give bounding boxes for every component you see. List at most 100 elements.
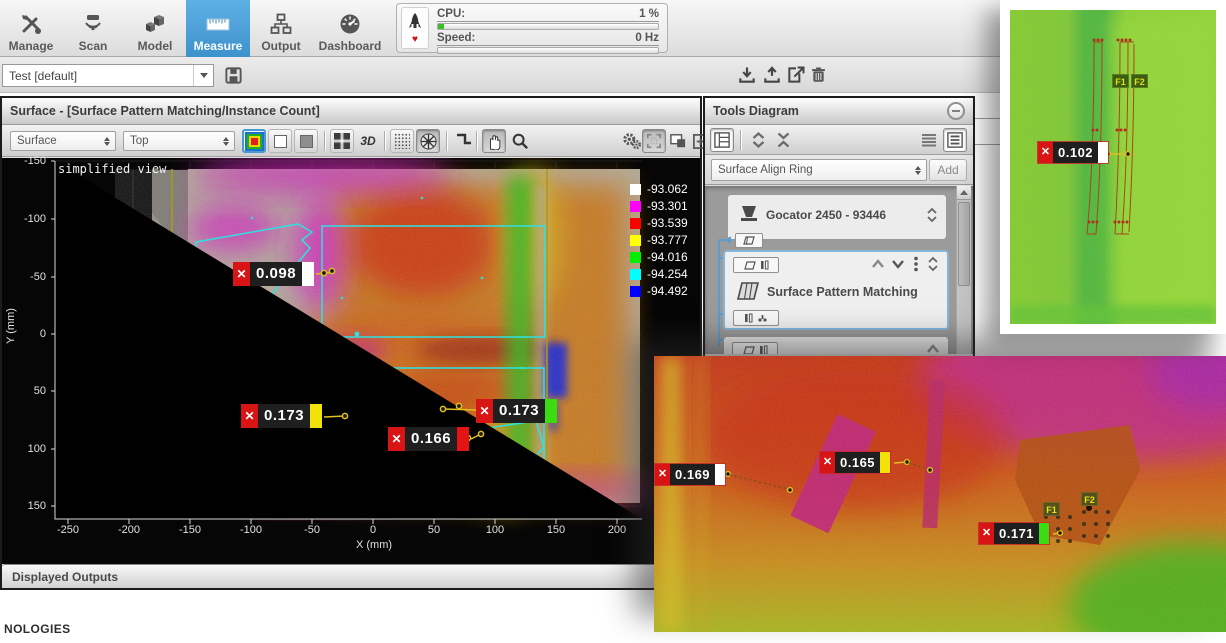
nav-item-measure[interactable]: Measure <box>186 0 250 57</box>
measurement-label[interactable]: ✕ 0.165 <box>820 452 890 473</box>
intensity-view-button[interactable] <box>268 129 292 153</box>
shading-button[interactable] <box>330 129 354 153</box>
nav-item-manage[interactable]: Manage <box>0 0 62 57</box>
nav-item-dashboard[interactable]: Dashboard <box>312 0 388 57</box>
move-down-icon[interactable] <box>891 258 905 270</box>
focus-corners-icon <box>646 133 662 149</box>
delete-measurement-button[interactable]: ✕ <box>233 262 250 286</box>
measurement-label[interactable]: ✕ 0.098 <box>233 262 314 286</box>
delete-measurement-button[interactable]: ✕ <box>979 523 994 544</box>
move-up-icon[interactable] <box>926 343 940 354</box>
measurement-label[interactable]: ✕ 0.166 <box>388 427 469 451</box>
expand-chevrons-icon <box>751 132 766 148</box>
output-ports[interactable] <box>733 310 779 326</box>
measure-port-icon <box>759 345 768 354</box>
diagram-view-button[interactable] <box>710 128 734 152</box>
upload-job-button[interactable] <box>760 63 784 87</box>
tool-card-partial[interactable] <box>723 336 949 354</box>
expand-all-button[interactable] <box>746 128 770 152</box>
x-axis-label: X (mm) <box>332 539 416 551</box>
source-select[interactable]: Surface <box>10 131 116 151</box>
cpu-progress-bar <box>437 23 659 30</box>
measurement-label[interactable]: ✕ 0.173 <box>241 404 322 428</box>
input-ports[interactable] <box>732 342 778 354</box>
x-tick: 0 <box>351 524 395 536</box>
tool-type-select[interactable]: Surface Align Ring <box>711 159 927 181</box>
speed-progress-bar <box>437 47 659 54</box>
delete-measurement-button[interactable]: ✕ <box>1038 142 1053 163</box>
tool-card-surface-pattern-matching[interactable]: Surface Pattern Matching <box>723 250 949 330</box>
legend-row: -93.539 <box>630 216 688 230</box>
pattern-teach-inset: ✕ 0.102 F1 F2 <box>1000 0 1226 334</box>
surface-panel-title: Surface - [Surface Pattern Matching/Inst… <box>10 104 320 118</box>
point-cloud-button[interactable] <box>390 129 414 153</box>
sensor-icon <box>80 12 106 36</box>
nav-item-scan[interactable]: Scan <box>62 0 124 57</box>
pan-tool-button[interactable] <box>482 129 506 153</box>
collapse-all-button[interactable] <box>771 128 795 152</box>
zoom-tool-button[interactable] <box>508 129 532 153</box>
measurement-label[interactable]: ✕ 0.173 <box>476 399 557 423</box>
delete-measurement-button[interactable]: ✕ <box>655 464 670 485</box>
scroll-up-button[interactable] <box>957 186 971 200</box>
tools-panel-title: Tools Diagram <box>713 104 799 118</box>
delete-measurement-button[interactable]: ✕ <box>820 452 835 473</box>
uniform-view-button[interactable] <box>294 129 318 153</box>
rocket-icon[interactable]: ♥ <box>401 7 429 49</box>
fit-view-button[interactable] <box>642 129 666 153</box>
legend-row: -93.062 <box>630 182 688 196</box>
delete-measurement-button[interactable]: ✕ <box>241 404 258 428</box>
input-ports[interactable] <box>733 257 779 273</box>
measurement-swatch <box>715 464 725 485</box>
displayed-outputs-bar[interactable]: Displayed Outputs <box>2 564 700 588</box>
nav-item-output[interactable]: Output <box>250 0 312 57</box>
tools-panel-title-bar: Tools Diagram <box>705 98 973 125</box>
measurement-label[interactable]: ✕ 0.171 <box>979 523 1049 544</box>
move-up-icon[interactable] <box>871 258 885 270</box>
card-expander-icon[interactable] <box>926 207 938 223</box>
measurement-label[interactable]: ✕ 0.169 <box>655 464 725 485</box>
surface-heatmap-view[interactable]: simplified view -150 -100 -50 0 50 100 1… <box>2 158 700 564</box>
nav-item-model[interactable]: Model <box>124 0 186 57</box>
tools-toolbar <box>705 125 973 155</box>
profile-path-button[interactable] <box>452 129 476 153</box>
collapse-panel-button[interactable] <box>947 102 965 120</box>
card-expander-icon[interactable] <box>927 256 939 272</box>
palette-wheel-button[interactable] <box>416 129 440 153</box>
heatmap-view-button[interactable] <box>242 129 266 153</box>
surface-port-icon <box>743 346 755 355</box>
delete-measurement-button[interactable]: ✕ <box>388 427 405 451</box>
speed-value: 0 Hz <box>635 32 659 44</box>
delete-job-button[interactable] <box>806 63 830 87</box>
legend-row: -93.777 <box>630 233 688 247</box>
snapshot-button[interactable] <box>666 129 690 153</box>
cubes-icon <box>142 12 168 36</box>
surface-port-icon <box>743 236 755 245</box>
tool-list-scrollbar[interactable] <box>956 186 971 354</box>
y-tick: -50 <box>12 271 46 283</box>
card-layout-button[interactable] <box>943 128 967 152</box>
legend-swatch <box>630 184 641 195</box>
ruler-icon <box>204 12 232 36</box>
3d-view-button[interactable]: 3D <box>356 129 380 153</box>
list-layout-button[interactable] <box>917 128 941 152</box>
white-square-icon <box>274 135 287 148</box>
orientation-select[interactable]: Top <box>123 131 235 151</box>
scrollbar-thumb[interactable] <box>958 202 970 286</box>
surface-port-icon <box>744 261 756 270</box>
add-tool-button[interactable]: Add <box>929 159 967 181</box>
output-port-surface[interactable] <box>735 233 763 248</box>
heatmap-canvas <box>2 158 700 564</box>
watermark-text: NOLOGIES <box>4 622 71 636</box>
job-select[interactable]: Test [default] <box>2 64 214 87</box>
save-job-button[interactable] <box>221 63 245 87</box>
org-chart-icon <box>268 12 294 36</box>
view-settings-button[interactable] <box>620 129 644 153</box>
orange-heatmap-canvas <box>654 356 1226 632</box>
export-job-button[interactable] <box>784 63 808 87</box>
delete-measurement-button[interactable]: ✕ <box>476 399 493 423</box>
measurement-label[interactable]: ✕ 0.102 <box>1038 142 1108 163</box>
job-select-dropdown-button[interactable] <box>193 65 213 86</box>
more-options-icon[interactable] <box>913 256 919 272</box>
download-job-button[interactable] <box>735 63 759 87</box>
